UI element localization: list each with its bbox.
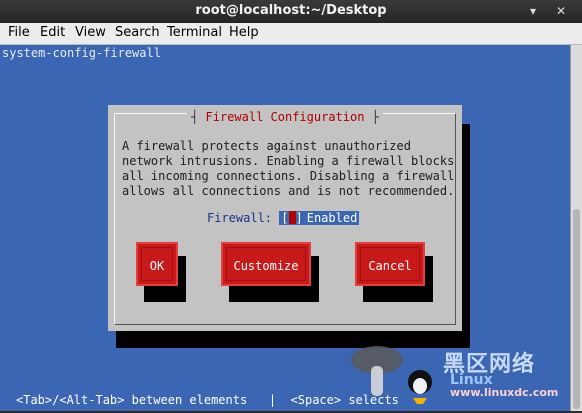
terminal-scrollbar[interactable] — [570, 45, 582, 411]
cancel-button[interactable]: Cancel — [355, 242, 425, 286]
firewall-checkbox[interactable]: [] — [279, 211, 305, 225]
checkbox-open-bracket: [ — [281, 211, 289, 225]
status-bar: <Tab>/<Alt-Tab> between elements | <Spac… — [16, 393, 399, 407]
scrollbar-thumb[interactable] — [573, 209, 580, 409]
firewall-label: Firewall: — [207, 211, 273, 225]
checkbox-mark — [288, 211, 296, 224]
menu-bar: File Edit View Search Terminal Help — [0, 23, 582, 45]
firewall-state-label[interactable]: Enabled — [304, 211, 360, 225]
dialog-title: Firewall Configuration — [187, 110, 383, 124]
dialog-message: A firewall protects against unauthorized… — [122, 139, 455, 198]
firewall-row: Firewall: [] Enabled — [207, 211, 360, 225]
window-title: root@localhost:~/Desktop — [195, 3, 387, 18]
window-titlebar: root@localhost:~/Desktop ▾ ✕ — [0, 0, 582, 23]
menu-terminal[interactable]: Terminal — [167, 25, 222, 40]
customize-button[interactable]: Customize — [221, 242, 311, 286]
checkbox-close-bracket: ] — [295, 211, 303, 225]
close-icon[interactable]: ✕ — [553, 4, 569, 18]
menu-view[interactable]: View — [75, 25, 106, 40]
ok-button[interactable]: OK — [136, 242, 178, 286]
menu-help[interactable]: Help — [229, 25, 259, 40]
menu-edit[interactable]: Edit — [40, 25, 65, 40]
dialog-title-bar: Firewall Configuration — [115, 106, 455, 125]
menu-file[interactable]: File — [8, 25, 30, 40]
watermark-mushroom-logo — [351, 346, 432, 404]
menu-search[interactable]: Search — [115, 25, 160, 40]
watermark-site: www.linuxdc.com — [450, 386, 559, 399]
ok-button-label: OK — [149, 259, 165, 273]
customize-button-label: Customize — [233, 259, 299, 273]
minimize-icon[interactable]: ▾ — [525, 4, 541, 18]
watermark: 黑区网络 Linux www.linuxdc.com — [345, 342, 570, 409]
cancel-button-label: Cancel — [368, 259, 412, 273]
terminal-command: system-config-firewall — [2, 46, 161, 60]
